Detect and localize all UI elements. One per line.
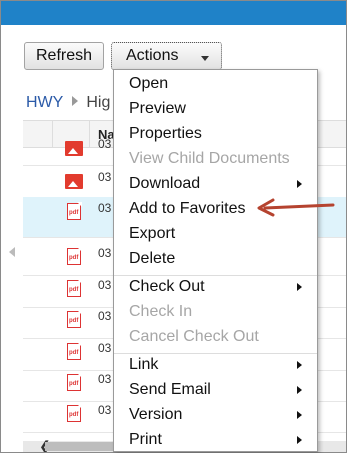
breadcrumb: HWY Hig: [26, 94, 110, 112]
submenu-arrow-icon: [297, 180, 302, 188]
annotation-arrow-icon: [257, 198, 335, 217]
collapse-arrow-icon[interactable]: [9, 247, 15, 257]
menu-item-add-to-favorites[interactable]: Add to Favorites: [129, 199, 246, 219]
pdf-file-icon: pdf: [67, 342, 82, 360]
pdf-file-icon: pdf: [67, 310, 82, 328]
menu-item-cancel-check-out: Cancel Check Out: [129, 328, 259, 345]
actions-label: Actions: [126, 47, 179, 64]
breadcrumb-separator-icon: [72, 96, 79, 106]
menu-item-version[interactable]: Version: [129, 405, 182, 425]
title-bar: [1, 1, 346, 25]
row-name-cell: 03: [98, 137, 112, 151]
row-name-cell: 03: [98, 372, 112, 386]
submenu-arrow-icon: [297, 436, 302, 444]
row-name-cell: 03: [98, 403, 112, 417]
row-name-cell: 03: [98, 246, 112, 260]
menu-item-send-email[interactable]: Send Email: [129, 380, 211, 400]
submenu-arrow-icon: [297, 386, 302, 394]
pdf-file-icon: pdf: [67, 373, 82, 391]
refresh-button[interactable]: Refresh: [24, 42, 104, 70]
pdf-file-icon: pdf: [67, 404, 82, 422]
image-file-icon: [65, 141, 83, 156]
breadcrumb-home-link[interactable]: HWY: [26, 94, 63, 111]
row-name-cell: 03: [98, 278, 112, 292]
pdf-file-icon: pdf: [67, 202, 82, 220]
menu-item-open[interactable]: Open: [129, 74, 168, 94]
row-name-cell: 03: [98, 309, 112, 323]
row-name-cell: 03: [98, 341, 112, 355]
menu-separator: [114, 275, 317, 276]
submenu-arrow-icon: [297, 361, 302, 369]
row-name-cell: 03: [98, 170, 112, 184]
menu-item-print[interactable]: Print: [129, 430, 162, 450]
menu-item-view-child-documents: View Child Documents: [129, 150, 290, 167]
submenu-arrow-icon: [297, 411, 302, 419]
actions-menu: Open Preview Properties View Child Document…: [113, 69, 318, 452]
menu-item-link[interactable]: Link: [129, 355, 158, 375]
menu-item-download[interactable]: Download: [129, 174, 200, 194]
menu-separator: [114, 353, 317, 354]
menu-item-preview[interactable]: Preview: [129, 99, 186, 119]
actions-dropdown-button[interactable]: Actions: [111, 42, 222, 70]
row-name-cell: 03: [98, 201, 112, 215]
breadcrumb-current[interactable]: Hig: [86, 94, 110, 111]
menu-item-properties[interactable]: Properties: [129, 124, 202, 144]
pdf-file-icon: pdf: [67, 279, 82, 297]
pdf-file-icon: pdf: [67, 247, 82, 265]
menu-item-check-in: Check In: [129, 303, 193, 320]
submenu-arrow-icon: [297, 283, 302, 291]
menu-item-export[interactable]: Export: [129, 224, 175, 244]
chevron-down-icon: [201, 56, 209, 61]
menu-item-check-out[interactable]: Check Out: [129, 277, 205, 297]
menu-item-delete[interactable]: Delete: [129, 249, 175, 269]
image-file-icon: [65, 174, 83, 189]
